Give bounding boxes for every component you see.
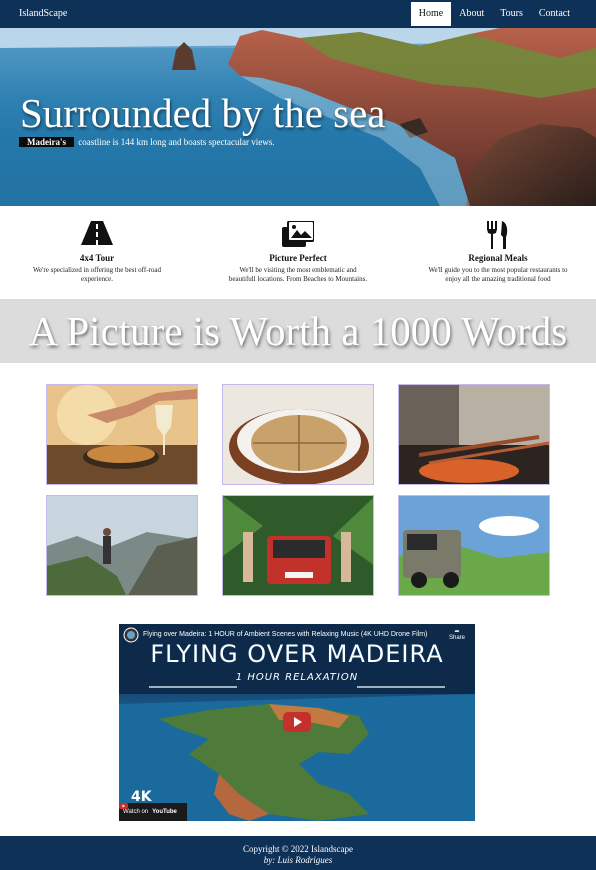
feature-title: 4x4 Tour: [79, 253, 115, 263]
video-title[interactable]: Flying over Madeira: 1 HOUR of Ambient S…: [143, 631, 427, 638]
nav-contact-link[interactable]: Contact: [531, 2, 578, 26]
hero-title: Surrounded by the sea: [20, 90, 386, 136]
footer-author: by: Luis Rodrigues: [263, 855, 333, 865]
feature-text: We'll be visiting the most emblematic an…: [228, 266, 368, 283]
hero-section: Surrounded by the sea Madeira's coastlin…: [0, 28, 596, 206]
feature-title: Regional Meals: [468, 253, 528, 263]
feature-text: We'll guide you to the most popular rest…: [428, 266, 568, 283]
gallery-image-hiker[interactable]: [46, 495, 198, 596]
nav-home-link[interactable]: Home: [410, 2, 452, 26]
watch-on-youtube-button[interactable]: Watch on YouTube: [119, 803, 187, 821]
youtube-video-embed[interactable]: Flying over Madeira: 1 HOUR of Ambient S…: [119, 624, 475, 821]
feature-picture-perfect: Picture Perfect We'll be visiting the mo…: [228, 221, 368, 284]
youtube-logo-text: YouTube: [152, 809, 177, 815]
play-icon: [294, 717, 302, 727]
nav-tours-link[interactable]: Tours: [492, 2, 531, 26]
feature-4x4-tour: 4x4 Tour We're specialized in offering t…: [27, 221, 167, 284]
gallery-image-jeep[interactable]: [222, 495, 374, 596]
brand-logo[interactable]: IslandScape: [19, 8, 67, 19]
nav-about-link[interactable]: About: [451, 2, 492, 26]
images-icon: [228, 221, 368, 249]
nav-menu: Home About Tours Contact: [410, 2, 578, 26]
feature-title: Picture Perfect: [269, 253, 327, 263]
utensils-icon: [428, 221, 568, 249]
gallery-image-seafood[interactable]: [46, 384, 198, 485]
video-heading: FLYING OVER MADEIRA: [150, 640, 444, 668]
gallery-image-landrover[interactable]: [398, 495, 550, 596]
video-subheading: 1 HOUR RELAXATION: [235, 672, 359, 683]
share-icon: ➦: [454, 629, 460, 635]
gallery-image-bread[interactable]: [222, 384, 374, 485]
feature-text: We're specialized in offering the best o…: [33, 266, 161, 283]
feature-regional-meals: Regional Meals We'll guide you to the mo…: [428, 221, 568, 284]
watch-on-label: Watch on: [123, 809, 149, 815]
youtube-logo: YouTube: [119, 803, 177, 815]
footer-copyright: Copyright © 2022 Islandscape: [242, 844, 354, 854]
road-icon: [27, 221, 167, 249]
quote-banner: A Picture is Worth a 1000 Words: [0, 299, 596, 363]
gallery-image-grill[interactable]: [398, 384, 550, 485]
hero-subtitle-text: coastline is 144 km long and boasts spec…: [78, 137, 275, 147]
hero-subtitle: Madeira's coastline is 144 km long and b…: [19, 137, 274, 147]
youtube-play-icon: [119, 803, 128, 809]
top-navbar: IslandScape Home About Tours Contact: [0, 0, 596, 28]
hero-badge: Madeira's: [19, 137, 74, 147]
play-button[interactable]: [283, 712, 311, 732]
site-footer: Copyright © 2022 Islandscape by: Luis Ro…: [0, 836, 596, 870]
